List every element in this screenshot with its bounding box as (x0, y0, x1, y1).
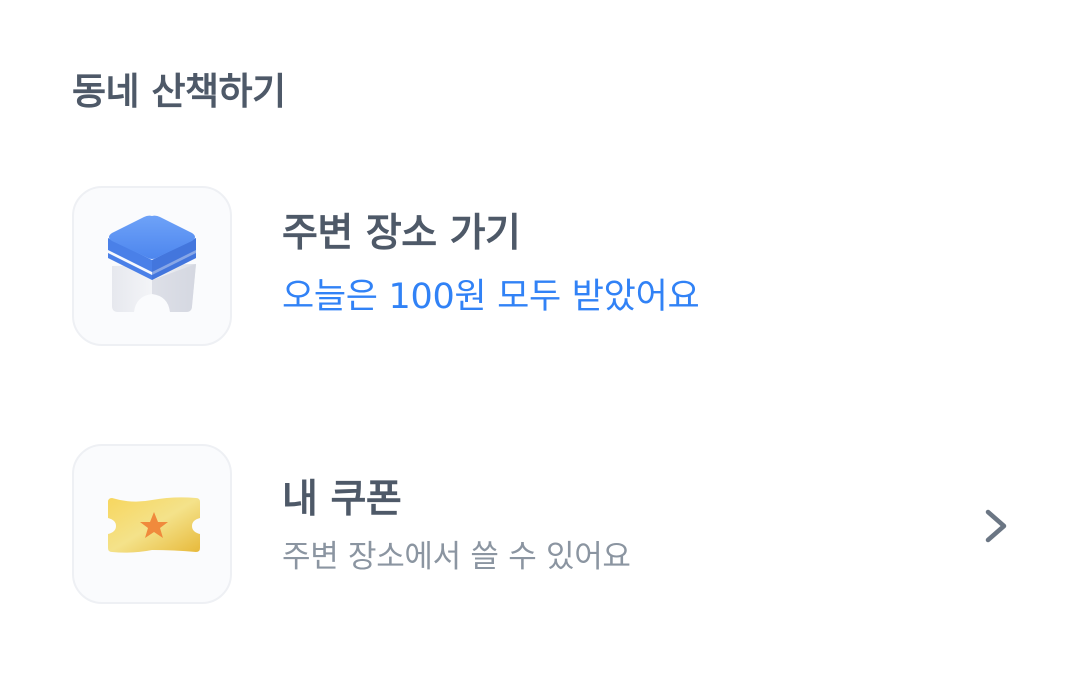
chevron-right-icon[interactable] (980, 506, 1012, 546)
list-item-my-coupons[interactable]: 내 쿠폰 주변 장소에서 쓸 수 있어요 (0, 444, 1080, 608)
item-thumbnail (72, 444, 232, 604)
blue-block-icon (108, 215, 196, 312)
item-thumbnail (72, 186, 232, 346)
section-title: 동네 산책하기 (72, 70, 286, 113)
item-title: 내 쿠폰 (282, 477, 402, 522)
item-title: 주변 장소 가기 (282, 211, 521, 256)
list-item-nearby-places[interactable]: 주변 장소 가기 오늘은 100원 모두 받았어요 (0, 186, 1080, 350)
item-subtitle: 주변 장소에서 쓸 수 있어요 (282, 539, 631, 575)
coupon-ticket-icon (108, 497, 200, 553)
item-subtitle: 오늘은 100원 모두 받았어요 (282, 277, 700, 317)
